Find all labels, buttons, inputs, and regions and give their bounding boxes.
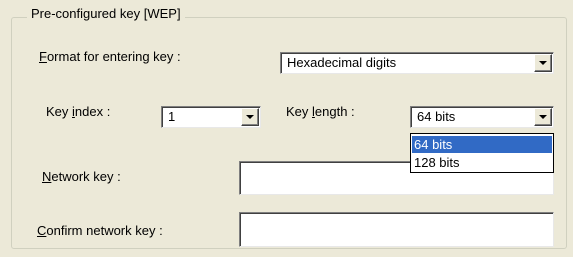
confirm-key-input[interactable] <box>239 212 554 247</box>
key-length-label-after: ength : <box>314 104 355 119</box>
key-length-dropdown-button[interactable] <box>534 108 552 126</box>
key-length-option-128[interactable]: 128 bits <box>412 154 552 171</box>
key-index-label: Key index : <box>46 104 110 120</box>
confirm-key-label-mnemonic: C <box>37 223 47 238</box>
network-key-label: Network key : <box>42 169 121 185</box>
network-key-label-mnemonic: N <box>42 169 52 184</box>
network-key-label-text: etwork key : <box>51 169 121 184</box>
key-length-value: 64 bits <box>417 109 456 124</box>
key-length-label: Key length : <box>286 104 355 120</box>
key-index-label-after: ndex : <box>74 104 111 119</box>
group-title: Pre-configured key [WEP] <box>27 6 185 22</box>
key-length-option-64[interactable]: 64 bits <box>412 136 552 153</box>
chevron-down-icon <box>539 115 547 119</box>
chevron-down-icon <box>539 61 547 65</box>
key-index-dropdown[interactable]: 1 <box>161 106 261 128</box>
confirm-key-label-text: onfirm network key : <box>46 223 163 238</box>
format-label-text: ormat for entering key : <box>46 49 181 64</box>
key-length-label-before: Key <box>286 104 313 119</box>
chevron-down-icon <box>246 115 254 119</box>
wep-settings-panel: Pre-configured key [WEP] Format for ente… <box>0 0 573 257</box>
key-index-value: 1 <box>168 109 176 124</box>
format-dropdown[interactable]: Hexadecimal digits <box>280 52 554 74</box>
format-label-mnemonic: F <box>39 49 47 64</box>
key-index-label-before: Key <box>46 104 73 119</box>
key-index-dropdown-button[interactable] <box>241 108 259 126</box>
key-length-options-list: 64 bits 128 bits <box>410 133 554 173</box>
format-dropdown-value: Hexadecimal digits <box>287 55 397 70</box>
format-label: Format for entering key : <box>39 49 181 65</box>
confirm-key-label: Confirm network key : <box>37 223 163 239</box>
key-length-dropdown[interactable]: 64 bits <box>410 106 554 128</box>
format-dropdown-button[interactable] <box>534 54 552 72</box>
